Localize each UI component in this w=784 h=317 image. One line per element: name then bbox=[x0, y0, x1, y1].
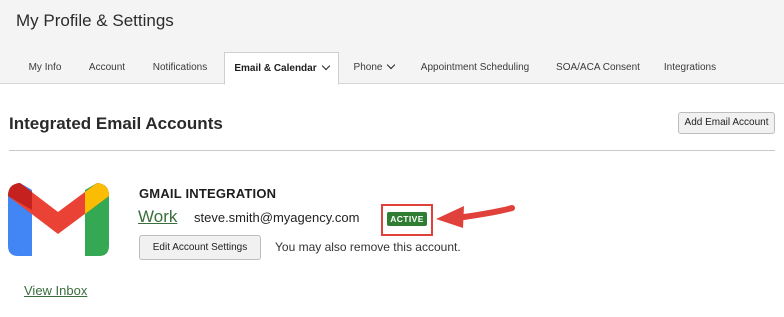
tab-label: Integrations bbox=[663, 62, 717, 73]
chevron-down-icon bbox=[321, 61, 330, 71]
annotation-highlight-box bbox=[381, 204, 433, 236]
add-email-account-button[interactable]: Add Email Account bbox=[678, 112, 775, 134]
tab-label: Appointment Scheduling bbox=[420, 62, 530, 73]
tab-label: Email & Calendar bbox=[234, 63, 317, 74]
tab-label: My Info bbox=[28, 62, 62, 73]
tab-soa-aca-consent[interactable]: SOA/ACA Consent bbox=[550, 52, 646, 84]
tab-phone[interactable]: Phone bbox=[348, 52, 400, 84]
section-title: Integrated Email Accounts bbox=[9, 114, 223, 133]
annotation-arrow-icon bbox=[436, 205, 515, 228]
tab-bar: My Info Account Notifications Email & Ca… bbox=[0, 52, 784, 85]
view-inbox-link[interactable]: View Inbox bbox=[24, 283, 87, 298]
tab-integrations[interactable]: Integrations bbox=[654, 52, 726, 84]
chevron-down-icon bbox=[387, 60, 396, 70]
divider bbox=[9, 150, 775, 151]
tab-notifications[interactable]: Notifications bbox=[143, 52, 217, 84]
page-title: My Profile & Settings bbox=[16, 11, 174, 30]
account-email: steve.smith@myagency.com bbox=[194, 210, 360, 225]
tab-label: SOA/ACA Consent bbox=[556, 62, 640, 73]
settings-header: My Profile & Settings My Info Account No… bbox=[0, 0, 784, 85]
account-label-link[interactable]: Work bbox=[138, 207, 177, 227]
tab-label: Notifications bbox=[152, 62, 208, 73]
tab-appointment-scheduling[interactable]: Appointment Scheduling bbox=[412, 52, 538, 84]
tab-label: Phone bbox=[353, 62, 383, 73]
tab-my-info[interactable]: My Info bbox=[18, 52, 72, 84]
gmail-logo-icon bbox=[8, 183, 109, 256]
tab-account[interactable]: Account bbox=[78, 52, 136, 84]
remove-account-note: You may also remove this account. bbox=[275, 240, 461, 254]
tab-email-calendar[interactable]: Email & Calendar bbox=[224, 52, 339, 85]
integration-title: GMAIL INTEGRATION bbox=[139, 186, 277, 201]
tab-label: Account bbox=[88, 62, 126, 73]
edit-account-settings-button[interactable]: Edit Account Settings bbox=[139, 235, 261, 260]
